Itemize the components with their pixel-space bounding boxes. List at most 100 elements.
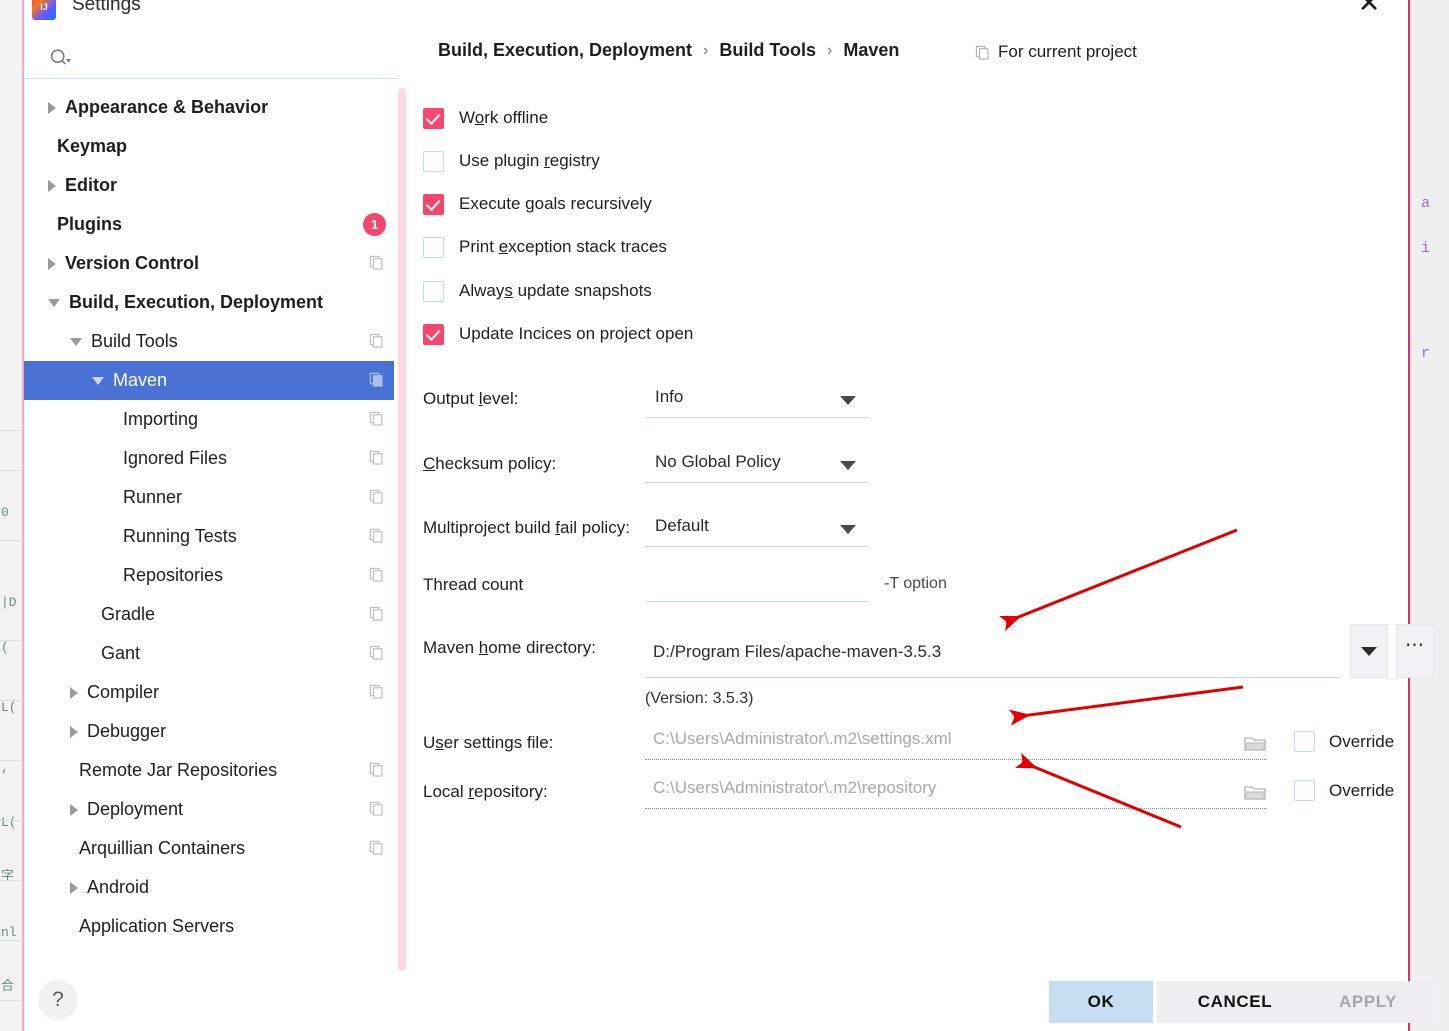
background-text-fragment: ( [1, 640, 9, 655]
chevron-down-icon[interactable] [48, 298, 60, 307]
checkbox-input[interactable] [423, 280, 444, 302]
breadcrumb-part[interactable]: Build Tools [719, 40, 816, 61]
sidebar-item-gradle[interactable]: Gradle [24, 595, 394, 634]
search-icon[interactable] [49, 48, 71, 70]
chevron-right-icon[interactable] [48, 257, 56, 270]
copy-icon [369, 528, 383, 543]
background-text-fragment: 合 [1, 979, 15, 994]
user-settings-override-row[interactable]: Override [1294, 731, 1394, 752]
search-input[interactable] [82, 46, 386, 72]
cancel-button[interactable]: CANCEL [1157, 981, 1313, 1023]
maven-home-dropdown-button[interactable] [1350, 624, 1388, 678]
user-settings-override-checkbox[interactable] [1294, 731, 1315, 752]
checkbox-row-use-plugin-registry[interactable]: Use plugin registry [423, 149, 600, 173]
chevron-down-icon [840, 525, 856, 534]
copy-icon [369, 333, 383, 348]
apply-button[interactable]: APPLY [1301, 981, 1435, 1023]
sidebar-item-label: Compiler [87, 682, 160, 702]
chevron-right-icon[interactable] [48, 101, 56, 114]
sidebar-item-appearance-behavior[interactable]: Appearance & Behavior [24, 88, 394, 127]
user-settings-input[interactable]: C:\Users\Administrator\.m2\settings.xml [645, 726, 1267, 760]
checkbox-row-update-incices-on-project-open[interactable]: Update Incices on project open [423, 322, 693, 346]
sidebar-item-compiler[interactable]: Compiler [24, 673, 394, 712]
background-text-fragment: r [1421, 345, 1431, 362]
breadcrumb-part[interactable]: Build, Execution, Deployment [438, 40, 692, 61]
user-settings-override-label: Override [1329, 731, 1395, 751]
maven-home-input[interactable]: D:/Program Files/apache-maven-3.5.3 [645, 634, 1342, 678]
sidebar-item-runner[interactable]: Runner [24, 478, 394, 517]
sidebar-item-label: Remote Jar Repositories [79, 760, 278, 780]
checkbox-row-execute-goals-recursively[interactable]: Execute goals recursively [423, 192, 652, 216]
chevron-right-icon[interactable] [70, 803, 78, 816]
fail-policy-combo[interactable]: Default [645, 511, 870, 547]
output-level-combo[interactable]: Info [645, 382, 870, 418]
close-icon[interactable]: ✕ [1352, 0, 1386, 20]
sidebar-item-maven[interactable]: Maven [24, 361, 394, 400]
background-editor-left: 0 |D (L(, L(字 nl 合 [0, 0, 23, 1031]
sidebar-item-build-tools[interactable]: Build Tools [24, 322, 394, 361]
checkbox-row-print-exception-stack-traces[interactable]: Print exception stack traces [423, 235, 667, 259]
maven-home-label: Maven home directory: [423, 638, 596, 657]
checkbox-label: Execute goals recursively [459, 194, 652, 213]
sidebar-item-deployment[interactable]: Deployment [24, 790, 394, 829]
checkbox-label: Print exception stack traces [459, 237, 667, 256]
sidebar-item-keymap[interactable]: Keymap [24, 127, 394, 166]
chevron-right-icon[interactable] [48, 179, 56, 192]
checkbox-row-work-offline[interactable]: Work offline [423, 106, 548, 130]
sidebar-item-gant[interactable]: Gant [24, 634, 394, 673]
sidebar-scrollbar[interactable] [398, 88, 406, 971]
breadcrumb: Build, Execution, Deployment › Build Tools… [438, 40, 899, 61]
local-repo-override-row[interactable]: Override [1294, 780, 1394, 801]
sidebar-item-label: Android [87, 877, 150, 897]
thread-count-hint: -T option [884, 575, 947, 592]
help-button[interactable]: ? [38, 980, 78, 1020]
thread-count-input[interactable] [645, 568, 870, 602]
sidebar-item-importing[interactable]: Importing [24, 400, 394, 439]
sidebar-item-label: Plugins [57, 214, 123, 234]
sidebar-item-repositories[interactable]: Repositories [24, 556, 394, 595]
sidebar-item-android[interactable]: Android [24, 868, 394, 907]
chevron-down-icon[interactable] [70, 337, 82, 346]
checkbox-input[interactable] [423, 323, 444, 345]
folder-icon[interactable] [1244, 735, 1266, 752]
user-settings-label: User settings file: [423, 733, 554, 752]
chevron-right-icon[interactable] [70, 686, 78, 699]
chevron-right-icon[interactable] [70, 881, 78, 894]
sidebar-item-label: Importing [123, 409, 199, 429]
copy-icon [369, 411, 383, 426]
local-repo-input[interactable]: C:\Users\Administrator\.m2\repository [645, 775, 1267, 809]
window-title: Settings [72, 0, 141, 15]
local-repo-override-checkbox[interactable] [1294, 780, 1315, 801]
ok-button[interactable]: OK [1049, 981, 1153, 1023]
checkbox-row-always-update-snapshots[interactable]: Always update snapshots [423, 279, 652, 303]
checkbox-input[interactable] [423, 107, 444, 129]
checkbox-input[interactable] [423, 150, 444, 172]
sidebar-item-ignored-files[interactable]: Ignored Files [24, 439, 394, 478]
copy-icon [975, 45, 989, 60]
chevron-right-icon[interactable] [70, 725, 78, 738]
checkbox-input[interactable] [423, 193, 444, 215]
folder-icon[interactable] [1244, 784, 1266, 801]
sidebar-item-debugger[interactable]: Debugger [24, 712, 394, 751]
thread-count-label: Thread count [423, 575, 524, 594]
sidebar-item-version-control[interactable]: Version Control [24, 244, 394, 283]
sidebar-item-remote-jar-repositories[interactable]: Remote Jar Repositories [24, 751, 394, 790]
copy-icon [369, 684, 383, 699]
checksum-policy-combo[interactable]: No Global Policy [645, 447, 870, 483]
sidebar-item-label: Build Tools [91, 331, 178, 351]
sidebar-item-application-servers[interactable]: Application Servers [24, 907, 394, 946]
title-bar: IJ Settings ✕ [24, 0, 1408, 30]
sidebar-item-plugins[interactable]: Plugins 1 [24, 205, 394, 244]
sidebar-item-arquillian-containers[interactable]: Arquillian Containers [24, 829, 394, 868]
sidebar-item-build-execution-deployment[interactable]: Build, Execution, Deployment [24, 283, 394, 322]
checkbox-input[interactable] [423, 236, 444, 258]
chevron-down-icon[interactable] [92, 376, 104, 385]
sidebar-item-editor[interactable]: Editor [24, 166, 394, 205]
breadcrumb-part[interactable]: Maven [843, 40, 899, 61]
copy-icon [369, 450, 383, 465]
maven-home-browse-button[interactable]: ⋯ [1396, 624, 1434, 678]
background-rule [0, 760, 22, 761]
sidebar-item-running-tests[interactable]: Running Tests [24, 517, 394, 556]
background-text-fragment: , [1, 760, 9, 775]
background-text-fragment: a [1421, 195, 1431, 212]
